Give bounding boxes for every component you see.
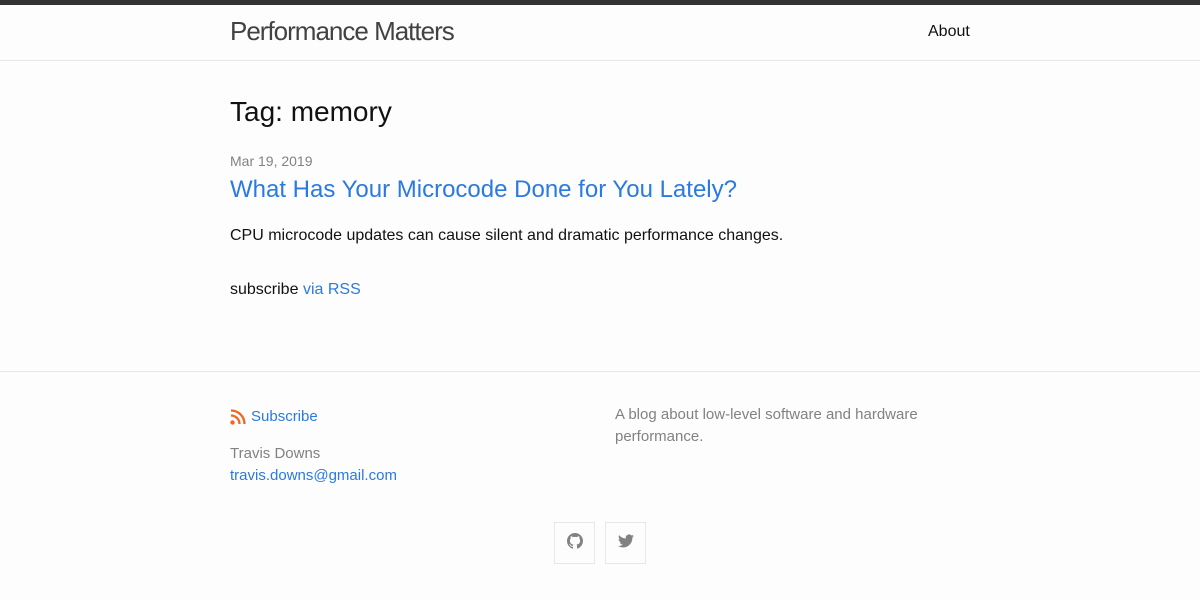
- site-footer: Subscribe Travis Downs travis.downs@gmai…: [0, 371, 1200, 600]
- site-description: A blog about low-level software and hard…: [615, 406, 918, 445]
- post-excerpt: CPU microcode updates can cause silent a…: [230, 227, 784, 244]
- nav-link-about[interactable]: About: [928, 23, 970, 41]
- twitter-icon: [617, 533, 634, 554]
- author-email-link[interactable]: travis.downs@gmail.com: [230, 467, 397, 484]
- rss-subscribe-line: subscribe via RSS: [230, 281, 361, 299]
- footer-subscribe-label: Subscribe: [251, 408, 318, 425]
- post-date: Mar 19, 2019: [230, 153, 313, 169]
- page-title: Tag: memory: [230, 96, 392, 127]
- site-title-link[interactable]: Performance Matters: [230, 16, 455, 47]
- site-header: Performance Matters About: [0, 5, 1200, 61]
- twitter-button[interactable]: [605, 522, 646, 564]
- rss-link[interactable]: via RSS: [303, 281, 361, 298]
- post-title-link[interactable]: What Has Your Microcode Done for You Lat…: [230, 176, 737, 204]
- author-name: Travis Downs: [230, 445, 321, 462]
- github-button[interactable]: [554, 522, 595, 564]
- footer-subscribe-link[interactable]: Subscribe: [230, 408, 318, 425]
- rss-icon: [230, 408, 246, 425]
- github-icon: [566, 532, 583, 554]
- subscribe-text: subscribe: [230, 281, 299, 298]
